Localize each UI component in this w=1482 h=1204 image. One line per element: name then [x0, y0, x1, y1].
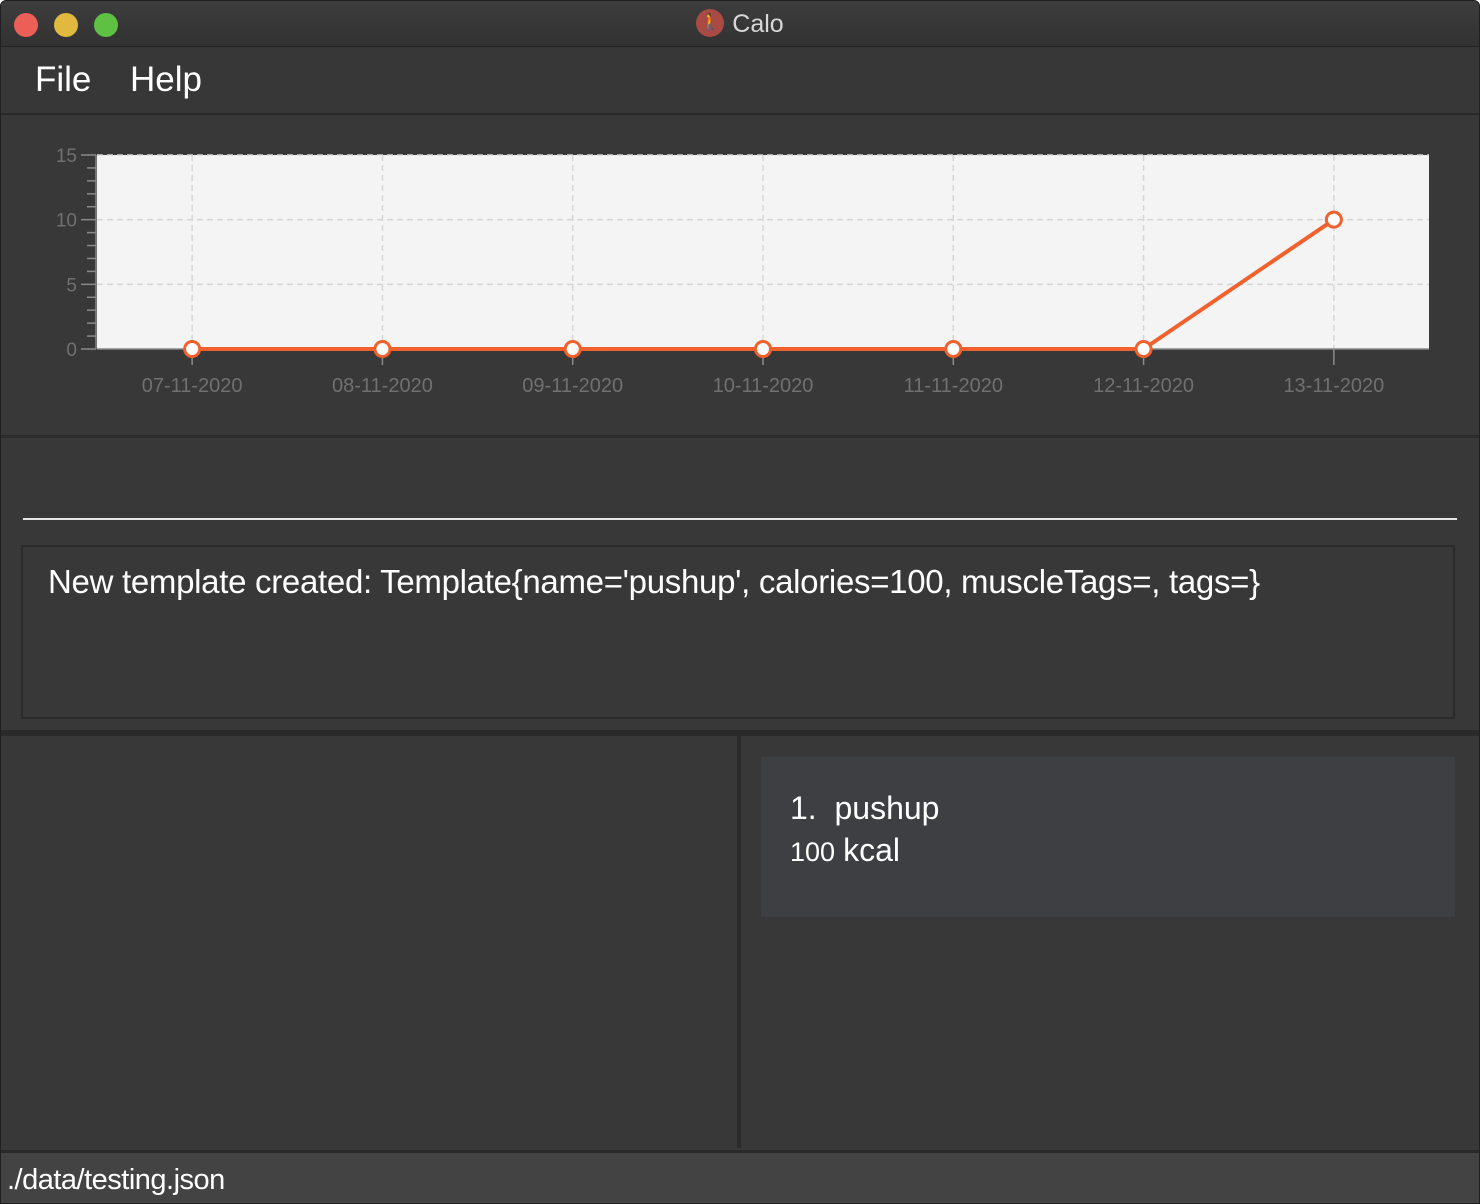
status-bar: ./data/testing.json: [1, 1150, 1479, 1203]
data-point: [944, 340, 963, 358]
command-box: [1, 438, 1479, 531]
template-title: 1. pushup: [790, 790, 939, 827]
data-point: [563, 340, 582, 358]
x-tick-label: 10-11-2020: [713, 375, 814, 397]
y-axis: 0 5 10 15: [56, 146, 97, 361]
calorie-chart-pane: 0 5 10 15 07-11-2020 08-11-2020 09-11-2020 10-…: [1, 115, 1479, 438]
save-file-path: ./data/testing.json: [7, 1164, 225, 1196]
x-tick-label: 13-11-2020: [1283, 375, 1384, 397]
template-list-panel: 1. pushup 100 kcal: [741, 736, 1479, 1148]
x-tick-label: 07-11-2020: [142, 375, 243, 397]
data-point: [183, 340, 202, 358]
template-index: 1.: [790, 790, 817, 826]
data-point: [1324, 210, 1343, 229]
y-tick-label: 15: [56, 146, 77, 167]
y-tick-label: 10: [56, 211, 77, 232]
data-point: [373, 340, 392, 358]
window-title-group: 🚶 Calo: [1, 9, 1479, 39]
menu-bar: File Help: [1, 47, 1479, 115]
template-name: pushup: [834, 790, 940, 826]
x-tick-label: 08-11-2020: [332, 375, 433, 397]
exercise-list-panel: [1, 736, 737, 1148]
y-tick-label: 5: [66, 275, 77, 296]
result-message: New template created: Template{name='pus…: [48, 563, 1260, 600]
app-window: 🚶 Calo File Help 0 5 10 15 07-11-2020 08-11-2…: [0, 0, 1480, 1204]
template-card[interactable]: 1. pushup 100 kcal: [761, 757, 1455, 917]
result-display: New template created: Template{name='pus…: [21, 545, 1455, 719]
x-tick-label: 12-11-2020: [1093, 375, 1194, 397]
x-tick-label: 09-11-2020: [522, 375, 623, 397]
menu-help[interactable]: Help: [130, 60, 202, 100]
title-bar: 🚶 Calo: [1, 1, 1479, 47]
template-calories-unit: kcal: [843, 832, 900, 868]
window-title: Calo: [732, 10, 784, 38]
x-tick-label: 11-11-2020: [904, 375, 1003, 397]
data-point: [754, 340, 772, 358]
menu-file[interactable]: File: [35, 60, 91, 100]
template-calories-line: 100 kcal: [790, 832, 900, 869]
command-input[interactable]: [23, 468, 1457, 520]
template-calories: 100: [790, 837, 836, 867]
calorie-line-chart: 0 5 10 15 07-11-2020 08-11-2020 09-11-2020 10-…: [56, 146, 1429, 397]
running-person-icon: 🚶: [696, 9, 725, 38]
y-tick-label: 0: [66, 340, 77, 361]
data-point: [1134, 340, 1153, 358]
